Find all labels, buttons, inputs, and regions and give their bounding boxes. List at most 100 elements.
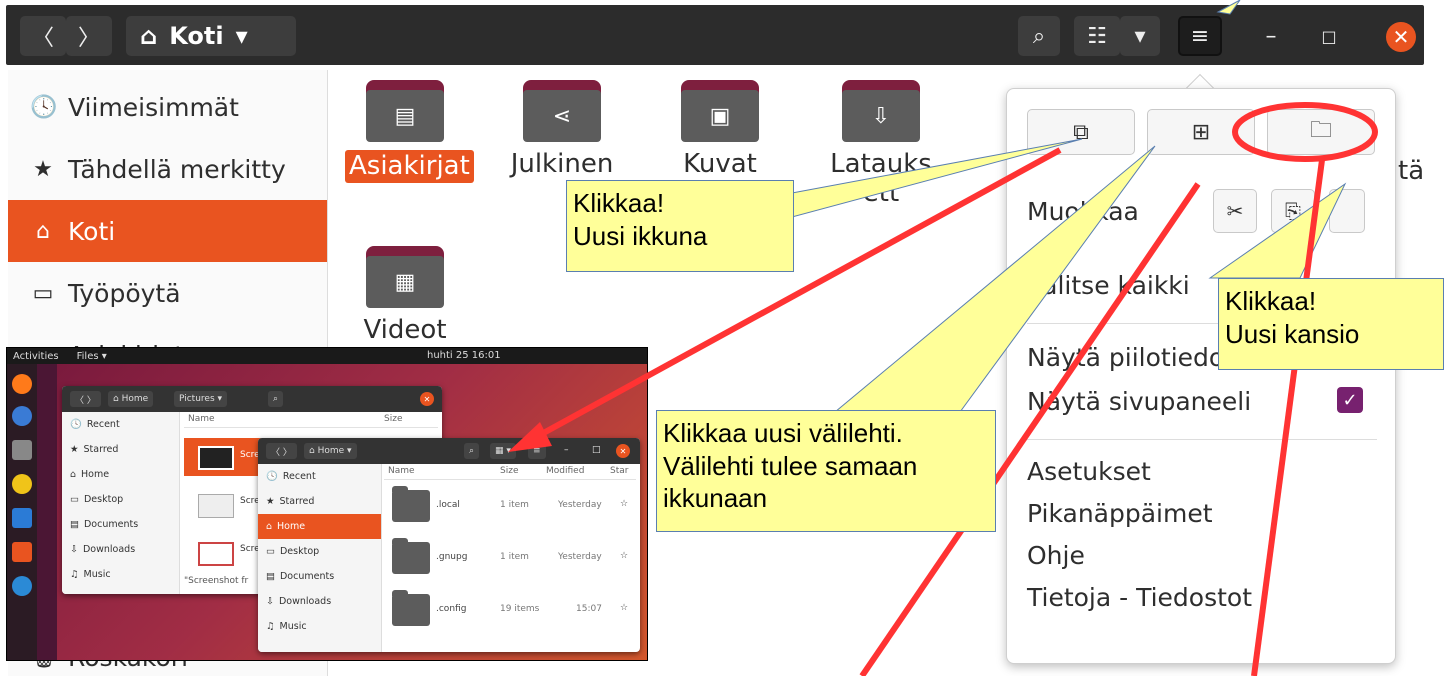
table-row[interactable]: .local 1 item Yesterday ☆ [384, 482, 636, 530]
copy-icon: ⎘ [1285, 199, 1301, 223]
about-item[interactable]: Tietoja - Tiedostot [1027, 583, 1252, 612]
main-menu-button[interactable]: ≡ [528, 443, 546, 459]
sidebar-item-label: Recent [86, 419, 120, 430]
file-size: 19 items [500, 604, 540, 614]
table-row[interactable]: .config 19 items 15:07 ☆ [384, 586, 636, 634]
main-menu-button[interactable]: ≡ [1178, 16, 1222, 56]
column-name[interactable]: Name [188, 414, 215, 424]
folder-item[interactable]: ▤ Asiakirjat [345, 80, 474, 183]
back-button[interactable]: 〈 [20, 16, 66, 56]
close-button[interactable]: ✕ [420, 392, 434, 406]
sidebar-item-starred[interactable]: ★ Starred [62, 437, 179, 462]
sidebar-item-desktop[interactable]: ▭ Työpöytä [8, 262, 327, 324]
select-all-item[interactable]: Valitse kaikki [1027, 271, 1190, 300]
callout-new-window: Klikkaa! Uusi ikkuna [566, 180, 794, 272]
new-window-button[interactable]: ⧉ [1027, 109, 1135, 155]
location-button[interactable]: ⌂ Koti ▾ [126, 16, 296, 56]
sidebar-item-recent[interactable]: 🕓 Recent [62, 412, 179, 437]
home-icon: ⌂ [266, 521, 273, 532]
file-modified: Yesterday [558, 552, 602, 562]
search-button[interactable]: ⌕ [464, 443, 480, 459]
clock-icon: 🕓 [30, 94, 58, 120]
file-size: 1 item [500, 500, 529, 510]
forward-button[interactable]: 〉 [66, 16, 112, 56]
folder-icon [392, 486, 430, 522]
close-icon: ✕ [1392, 25, 1410, 49]
forward-icon: 〉 [77, 26, 100, 51]
minimize-button[interactable]: – [1254, 16, 1288, 56]
home-icon: ⌂ [70, 469, 77, 480]
star-icon[interactable]: ☆ [620, 499, 628, 509]
sidebar-item-starred[interactable]: ★ Starred [258, 489, 381, 514]
folder-item[interactable]: ⋖ Julkinen [502, 80, 622, 179]
back-forward-buttons[interactable]: 〈 〉 [266, 443, 297, 459]
column-modified[interactable]: Modified [546, 466, 584, 476]
folder-item[interactable]: ⇩ Latauksett [816, 80, 946, 207]
sidebar-item-desktop[interactable]: ▭ Desktop [258, 539, 381, 564]
copy-button[interactable]: ⎘ [1271, 189, 1315, 233]
sidebar-item-documents[interactable]: ▤ Documents [258, 564, 381, 589]
callout-text: Uusi ikkuna [573, 220, 708, 251]
download-icon: ⇩ [266, 596, 274, 607]
folder-item[interactable]: ▦ Videot [345, 246, 465, 345]
new-folder-button[interactable]: 🗀 [1267, 109, 1375, 155]
sidebar-item-recent[interactable]: 🕓 Recent [258, 464, 381, 489]
preferences-item[interactable]: Asetukset [1027, 457, 1151, 486]
new-tab-button[interactable]: ⊞ [1147, 109, 1255, 155]
minimize-icon[interactable]: – [564, 445, 569, 455]
callout-text: ikkunaan [663, 483, 768, 513]
file-name: .config [436, 604, 467, 614]
minimize-icon: – [1265, 23, 1277, 49]
file-thumbnail [198, 446, 234, 470]
sidebar-item-starred[interactable]: ★ Tähdellä merkitty [8, 138, 327, 200]
sidebar-item-documents[interactable]: ▤ Documents [62, 512, 179, 537]
view-toggle-button[interactable]: ▦ ▾ [490, 443, 516, 459]
sidebar-item-home[interactable]: ⌂ Home [62, 462, 179, 487]
sidebar-item-home[interactable]: ⌂ Home [258, 514, 381, 539]
location-button-2[interactable]: Pictures ▾ [174, 391, 228, 407]
sidebar-item-recent[interactable]: 🕓 Viimeisimmät [8, 76, 327, 138]
help-item[interactable]: Ohje [1027, 541, 1085, 570]
folder-item[interactable]: ▣ Kuvat [660, 80, 780, 179]
column-size[interactable]: Size [500, 466, 518, 476]
sidebar-item-music[interactable]: ♫ Music [258, 614, 381, 639]
column-headers: Name Size [184, 412, 438, 428]
location-button[interactable]: ⌂ Home [108, 391, 154, 407]
cut-button[interactable]: ✂ [1213, 189, 1257, 233]
files-window-front: 〈 〉 ⌂ Home ▾ ⌕ ▦ ▾ ≡ – □ ✕ 🕓 Recent ★ Star… [258, 438, 640, 652]
column-name[interactable]: Name [388, 466, 415, 476]
column-star[interactable]: Star [610, 466, 628, 476]
home-icon: ⌂ [113, 394, 122, 404]
star-icon[interactable]: ☆ [620, 551, 628, 561]
sidebar-item-desktop[interactable]: ▭ Desktop [62, 487, 179, 512]
sidebar-item-music[interactable]: ♫ Music [62, 562, 179, 587]
table-row[interactable]: .gnupg 1 item Yesterday ☆ [384, 534, 636, 582]
star-icon[interactable]: ☆ [620, 603, 628, 613]
close-button[interactable]: ✕ [1386, 22, 1416, 52]
column-size[interactable]: Size [384, 414, 402, 424]
star-icon: ★ [70, 444, 79, 455]
view-options-button[interactable]: ▾ [1120, 16, 1160, 56]
back-forward-buttons[interactable]: 〈 〉 [70, 391, 101, 407]
file-name: .gnupg [436, 552, 468, 562]
checkbox-checked-icon[interactable]: ✓ [1337, 387, 1363, 413]
paste-button[interactable] [1329, 189, 1365, 233]
close-button[interactable]: ✕ [616, 444, 630, 458]
music-icon: ♫ [70, 569, 79, 580]
location-button[interactable]: ⌂ Home ▾ [304, 443, 357, 459]
view-toggle-button[interactable]: ☷ [1074, 16, 1120, 56]
search-button[interactable]: ⌕ [1018, 16, 1060, 56]
chevron-down-icon: ▾ [1134, 23, 1146, 49]
top-panel: Activities Files ▾ [7, 348, 647, 364]
maximize-icon[interactable]: □ [592, 445, 601, 455]
partial-folder-label: tä [1398, 156, 1425, 186]
sidebar-item-downloads[interactable]: ⇩ Downloads [62, 537, 179, 562]
files-menu-label: Files ▾ [76, 350, 107, 362]
show-sidebar-item[interactable]: Näytä sivupaneeli [1027, 387, 1251, 416]
sidebar-item-home[interactable]: ⌂ Koti [8, 200, 327, 262]
shortcuts-item[interactable]: Pikanäppäimet [1027, 499, 1213, 528]
search-button[interactable]: ⌕ [268, 391, 284, 407]
maximize-button[interactable]: □ [1312, 16, 1346, 56]
sidebar-item-downloads[interactable]: ⇩ Downloads [258, 589, 381, 614]
sidebar-item-label: Home [81, 469, 110, 480]
